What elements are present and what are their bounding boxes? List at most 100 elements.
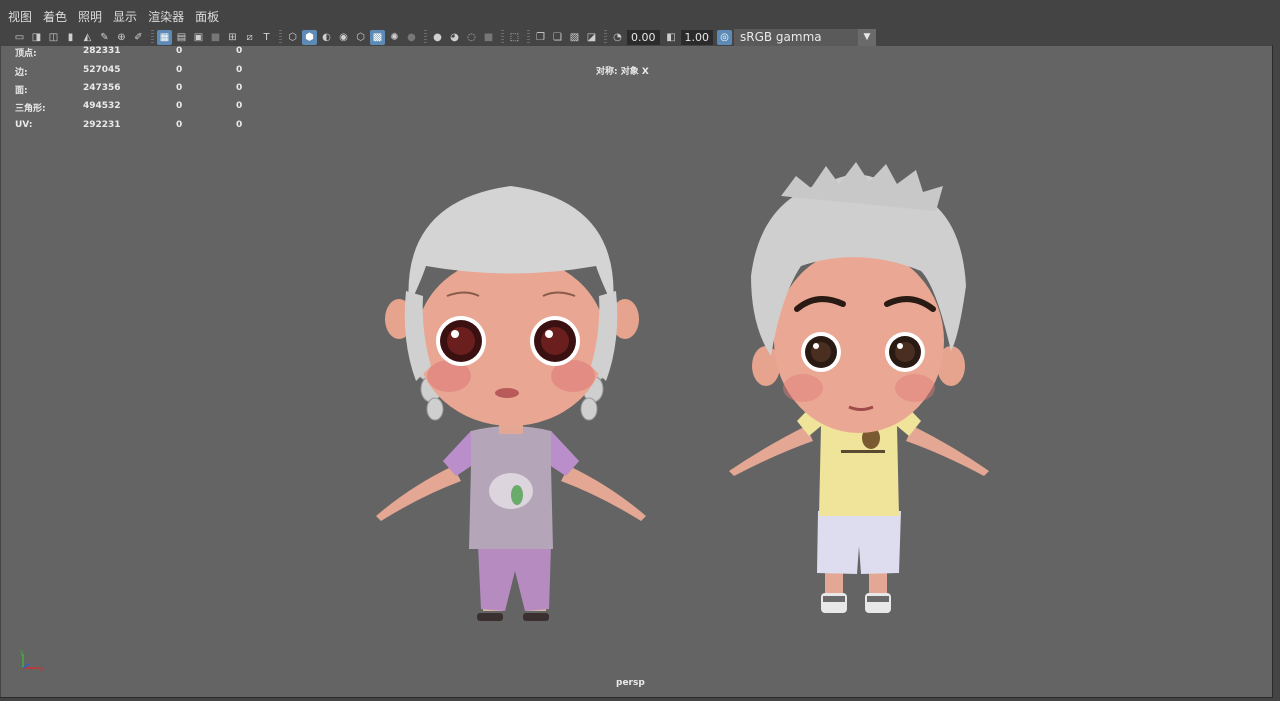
- xray-icon[interactable]: ❐: [533, 30, 548, 45]
- textured-icon[interactable]: ⬡: [353, 30, 368, 45]
- shirt-print: [489, 473, 533, 509]
- film-gate-icon[interactable]: ▤: [174, 30, 189, 45]
- toolbar-separator: [527, 30, 530, 44]
- toolbar-separator: [279, 30, 282, 44]
- toolbar-separator: [151, 30, 154, 44]
- hud-label: 三角形:: [15, 104, 46, 114]
- svg-text:y: y: [20, 650, 24, 656]
- shadows-extra-icon[interactable]: ●: [404, 30, 419, 45]
- camera-attributes-icon[interactable]: ◨: [29, 30, 44, 45]
- poly-count-hud: 顶点: 282331 0 0 边: 527045 0 0 面: 247356 0…: [1, 46, 261, 136]
- hud-value: 292231: [83, 120, 121, 130]
- menu-shading[interactable]: 着色: [39, 6, 74, 28]
- backface-culling-icon[interactable]: ◪: [584, 30, 599, 45]
- resolution-gate-icon[interactable]: ▣: [191, 30, 206, 45]
- grease-pencil-icon[interactable]: ✎: [97, 30, 112, 45]
- hud-value: 0: [176, 83, 183, 93]
- hud-value: 527045: [83, 65, 121, 75]
- hud-label: 边:: [15, 68, 28, 78]
- axis-gizmo: x y: [20, 650, 44, 672]
- menu-renderer[interactable]: 渲染器: [144, 6, 191, 28]
- left-arm: [376, 466, 461, 521]
- girl-character-model[interactable]: [361, 131, 661, 621]
- panel-toolbar: ▭ ◨ ◫ ▮ ◭ ✎ ⊕ ✐ ▦ ▤ ▣ ■ ⊞ ⧄ T ⬡ ⬢ ◐ ◉ ⬡ …: [0, 28, 1280, 46]
- exposure-field[interactable]: 0.00: [627, 29, 660, 45]
- xray-joints-icon[interactable]: ▧: [567, 30, 582, 45]
- hud-row-faces: 面: 247356 0 0: [1, 83, 261, 101]
- hud-value: 0: [236, 65, 243, 75]
- mouth: [495, 388, 519, 398]
- hud-label: UV:: [15, 120, 33, 130]
- gamma-field[interactable]: 1.00: [680, 29, 713, 45]
- right-eye: [885, 332, 925, 372]
- gamma-icon[interactable]: ◧: [664, 30, 679, 45]
- chevron-down-icon[interactable]: ▼: [858, 28, 876, 46]
- safe-title-icon[interactable]: T: [259, 30, 274, 45]
- left-eye: [801, 332, 841, 372]
- multisample-aa-icon[interactable]: ◌: [464, 30, 479, 45]
- left-shoe: [477, 613, 503, 621]
- color-space-value: sRGB gamma: [740, 29, 822, 44]
- hud-row-triangles: 三角形: 494532 0 0: [1, 101, 261, 119]
- motion-blur-icon[interactable]: ◕: [447, 30, 462, 45]
- image-plane-icon[interactable]: ◭: [80, 30, 95, 45]
- menu-panels[interactable]: 面板: [191, 6, 226, 28]
- left-arm: [729, 426, 813, 476]
- toolbar-separator: [604, 30, 607, 44]
- gate-mask-icon[interactable]: ■: [208, 30, 223, 45]
- symmetry-hud: 对称: 对象 X: [596, 67, 649, 77]
- hud-value: 0: [236, 120, 243, 130]
- left-eye: [436, 316, 486, 366]
- xray-active-components-icon[interactable]: ❏: [550, 30, 565, 45]
- hud-value: 0: [236, 101, 243, 111]
- hud-row-vertices: 顶点: 282331 0 0: [1, 46, 261, 64]
- color-space-dropdown[interactable]: sRGB gamma ▼: [734, 28, 876, 46]
- hud-row-edges: 边: 527045 0 0: [1, 65, 261, 83]
- right-arm: [561, 466, 646, 521]
- screen-space-ao-icon[interactable]: ●: [430, 30, 445, 45]
- toolbar-separator: [424, 30, 427, 44]
- wireframe-icon[interactable]: ⬡: [285, 30, 300, 45]
- right-shoe: [523, 613, 549, 621]
- use-lights-icon[interactable]: ▩: [370, 29, 385, 45]
- menu-show[interactable]: 显示: [109, 6, 144, 28]
- girl-shorts: [478, 546, 551, 611]
- hud-row-uvs: UV: 292231 0 0: [1, 120, 261, 138]
- shadows-icon[interactable]: ✺: [387, 30, 402, 45]
- isolate-select-icon[interactable]: ⬚: [507, 30, 522, 45]
- field-chart-icon[interactable]: ⊞: [225, 30, 240, 45]
- camera-name-hud: persp: [616, 678, 645, 688]
- hud-value: 0: [176, 101, 183, 111]
- menu-lighting[interactable]: 照明: [74, 6, 109, 28]
- boy-shorts: [817, 511, 901, 574]
- select-camera-icon[interactable]: ▭: [12, 30, 27, 45]
- hud-value: 0: [176, 120, 183, 130]
- hud-label: 面:: [15, 86, 28, 96]
- bookmarks-icon[interactable]: ▮: [63, 30, 78, 45]
- camera-tools-icon[interactable]: ◫: [46, 30, 61, 45]
- grid-icon[interactable]: ▦: [157, 29, 172, 45]
- 3d-viewport[interactable]: 顶点: 282331 0 0 边: 527045 0 0 面: 247356 0…: [1, 46, 1272, 697]
- boy-character-model[interactable]: [721, 126, 1001, 621]
- exposure-icon[interactable]: ◔: [610, 30, 625, 45]
- hud-value: 0: [176, 65, 183, 75]
- 2d-pan-zoom-icon[interactable]: ✐: [131, 30, 146, 45]
- hud-value: 494532: [83, 101, 121, 111]
- smooth-shade-icon[interactable]: ⬢: [302, 29, 317, 45]
- maya-viewport-window: 视图 着色 照明 显示 渲染器 面板 ▭ ◨ ◫ ▮ ◭ ✎ ⊕ ✐ ▦ ▤ ▣…: [0, 0, 1280, 701]
- pan-zoom-icon[interactable]: ⊕: [114, 30, 129, 45]
- panel-menu-bar: 视图 着色 照明 显示 渲染器 面板: [0, 6, 1280, 28]
- safe-action-icon[interactable]: ⧄: [242, 30, 257, 45]
- hud-value: 0: [236, 83, 243, 93]
- hud-value: 0: [176, 46, 183, 56]
- hud-value: 282331: [83, 46, 121, 56]
- right-arm: [906, 426, 989, 476]
- hud-value: 0: [236, 46, 243, 56]
- color-management-icon[interactable]: ◎: [717, 29, 732, 45]
- default-material-icon[interactable]: ◉: [336, 30, 351, 45]
- shade-wireframe-icon[interactable]: ◐: [319, 30, 334, 45]
- depth-of-field-icon[interactable]: ■: [481, 30, 496, 45]
- hud-value: 247356: [83, 83, 121, 93]
- toolbar-separator: [501, 30, 504, 44]
- menu-view[interactable]: 视图: [4, 6, 39, 28]
